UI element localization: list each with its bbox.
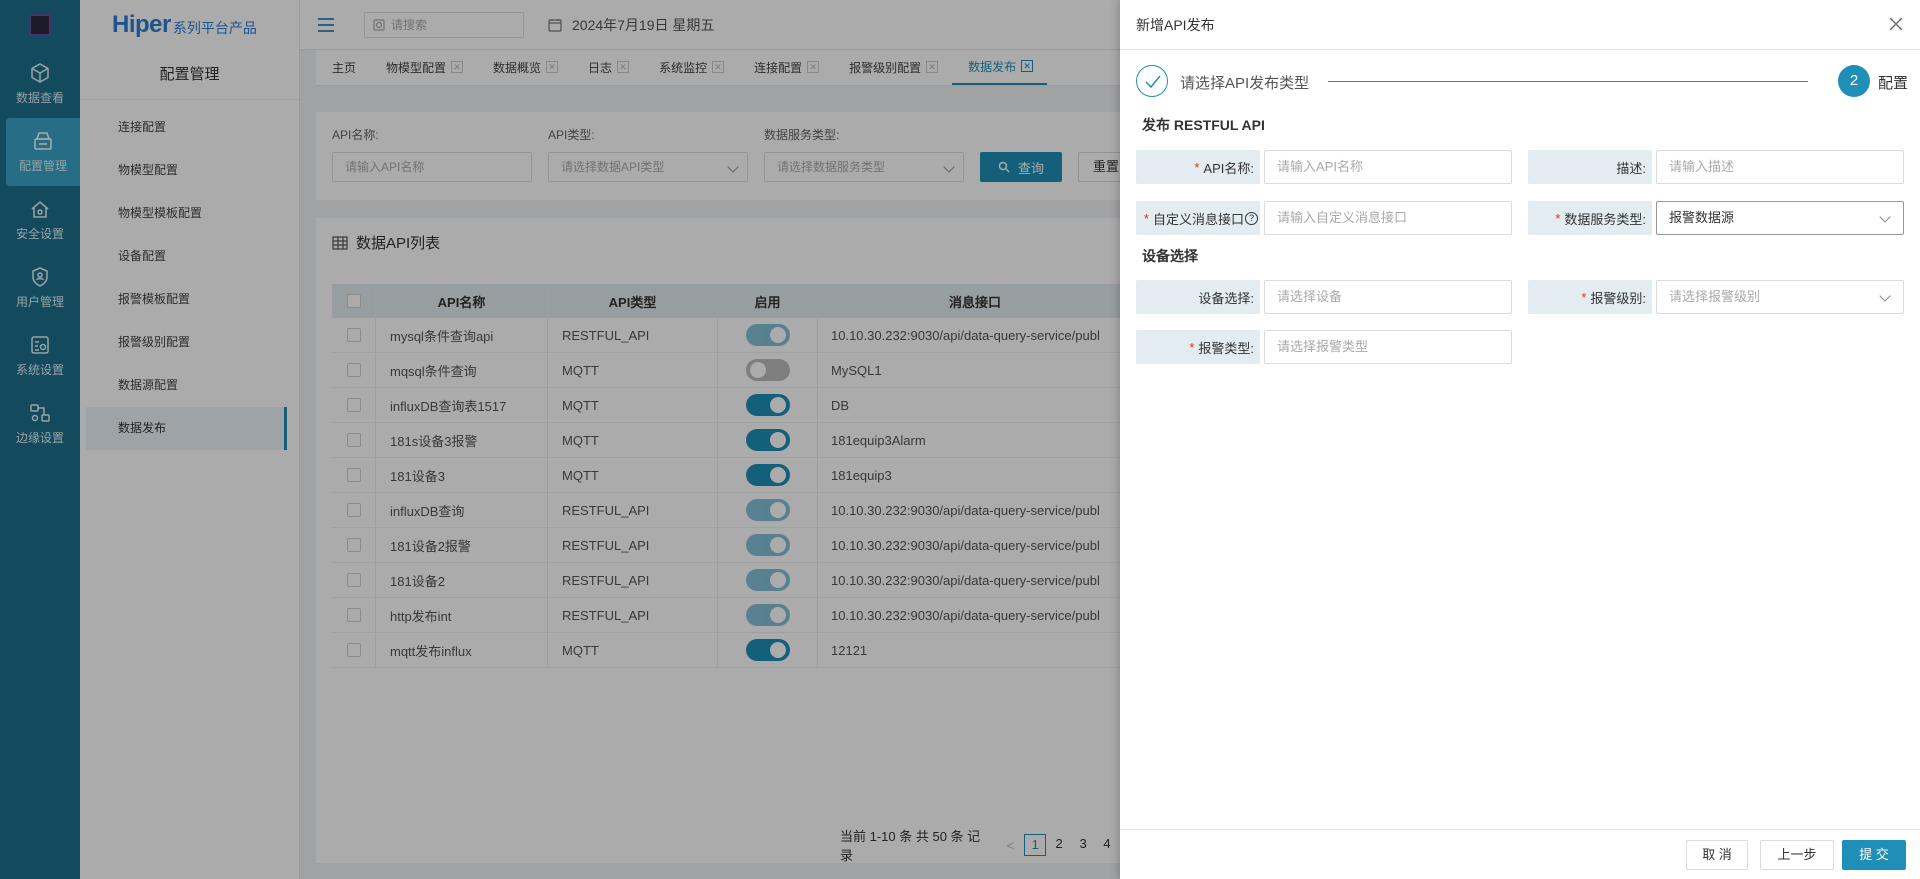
custom-endpoint-input[interactable]: 请输入自定义消息接口 bbox=[1264, 201, 1512, 235]
label-text: 描述: bbox=[1616, 160, 1646, 176]
description-field-label: 描述: bbox=[1528, 150, 1652, 184]
required-mark: * bbox=[1143, 210, 1149, 226]
check-icon bbox=[1145, 75, 1161, 89]
label-text: 设备选择: bbox=[1198, 290, 1254, 306]
label-text: 报警级别: bbox=[1590, 290, 1646, 306]
close-icon[interactable] bbox=[1888, 16, 1904, 32]
service-type-field-label: * 数据服务类型: bbox=[1528, 201, 1652, 235]
device-field-label: 设备选择: bbox=[1136, 280, 1260, 314]
drawer-title: 新增API发布 bbox=[1120, 0, 1920, 50]
help-icon[interactable]: ? bbox=[1245, 211, 1258, 225]
api-name-input[interactable]: 请输入API名称 bbox=[1264, 150, 1512, 184]
new-api-drawer: 新增API发布 请选择API发布类型 2 配置 发布 RESTFUL API *… bbox=[1120, 0, 1920, 879]
device-select-input[interactable]: 请选择设备 bbox=[1264, 280, 1512, 314]
steps: 请选择API发布类型 2 配置 bbox=[1136, 65, 1908, 99]
step-1-indicator bbox=[1136, 65, 1168, 97]
section-title-restful: 发布 RESTFUL API bbox=[1142, 117, 1265, 133]
input-placeholder: 请输入API名称 bbox=[1277, 159, 1363, 174]
label-text: 数据服务类型: bbox=[1564, 211, 1646, 227]
select-placeholder: 请选择报警级别 bbox=[1669, 289, 1761, 304]
required-mark: * bbox=[1581, 289, 1587, 305]
required-mark: * bbox=[1194, 159, 1200, 175]
description-input[interactable]: 请输入描述 bbox=[1656, 150, 1904, 184]
step-1-label: 请选择API发布类型 bbox=[1180, 75, 1310, 92]
step-2-label: 配置 bbox=[1878, 75, 1909, 92]
cancel-button[interactable]: 取 消 bbox=[1686, 840, 1748, 870]
custom-endpoint-field-label: * 自定义消息接口? bbox=[1136, 201, 1260, 235]
label-text: 报警类型: bbox=[1198, 340, 1254, 356]
alarm-type-field-label: * 报警类型: bbox=[1136, 330, 1260, 364]
alarm-level-field-label: * 报警级别: bbox=[1528, 280, 1652, 314]
api-name-field-label: * API名称: bbox=[1136, 150, 1260, 184]
step-connector bbox=[1328, 81, 1808, 82]
required-mark: * bbox=[1189, 339, 1195, 355]
input-placeholder: 请选择报警类型 bbox=[1277, 339, 1369, 354]
required-mark: * bbox=[1555, 210, 1561, 226]
label-text: API名称: bbox=[1203, 160, 1254, 176]
select-value: 报警数据源 bbox=[1669, 210, 1735, 225]
section-title-device: 设备选择 bbox=[1142, 248, 1198, 264]
submit-button[interactable]: 提 交 bbox=[1842, 840, 1906, 870]
label-text: 自定义消息接口 bbox=[1152, 211, 1244, 227]
modal-backdrop[interactable] bbox=[0, 0, 1120, 879]
chevron-down-icon bbox=[1879, 211, 1891, 223]
previous-step-button[interactable]: 上一步 bbox=[1760, 840, 1834, 870]
step-2-indicator: 2 bbox=[1838, 65, 1870, 97]
service-type-dropdown[interactable]: 报警数据源 bbox=[1656, 201, 1904, 235]
input-placeholder: 请输入自定义消息接口 bbox=[1277, 210, 1408, 225]
alarm-level-dropdown[interactable]: 请选择报警级别 bbox=[1656, 280, 1904, 314]
input-placeholder: 请输入描述 bbox=[1669, 159, 1735, 174]
alarm-type-input[interactable]: 请选择报警类型 bbox=[1264, 330, 1512, 364]
drawer-footer: 取 消 上一步 提 交 bbox=[1120, 829, 1920, 879]
input-placeholder: 请选择设备 bbox=[1277, 289, 1343, 304]
chevron-down-icon bbox=[1879, 290, 1891, 302]
